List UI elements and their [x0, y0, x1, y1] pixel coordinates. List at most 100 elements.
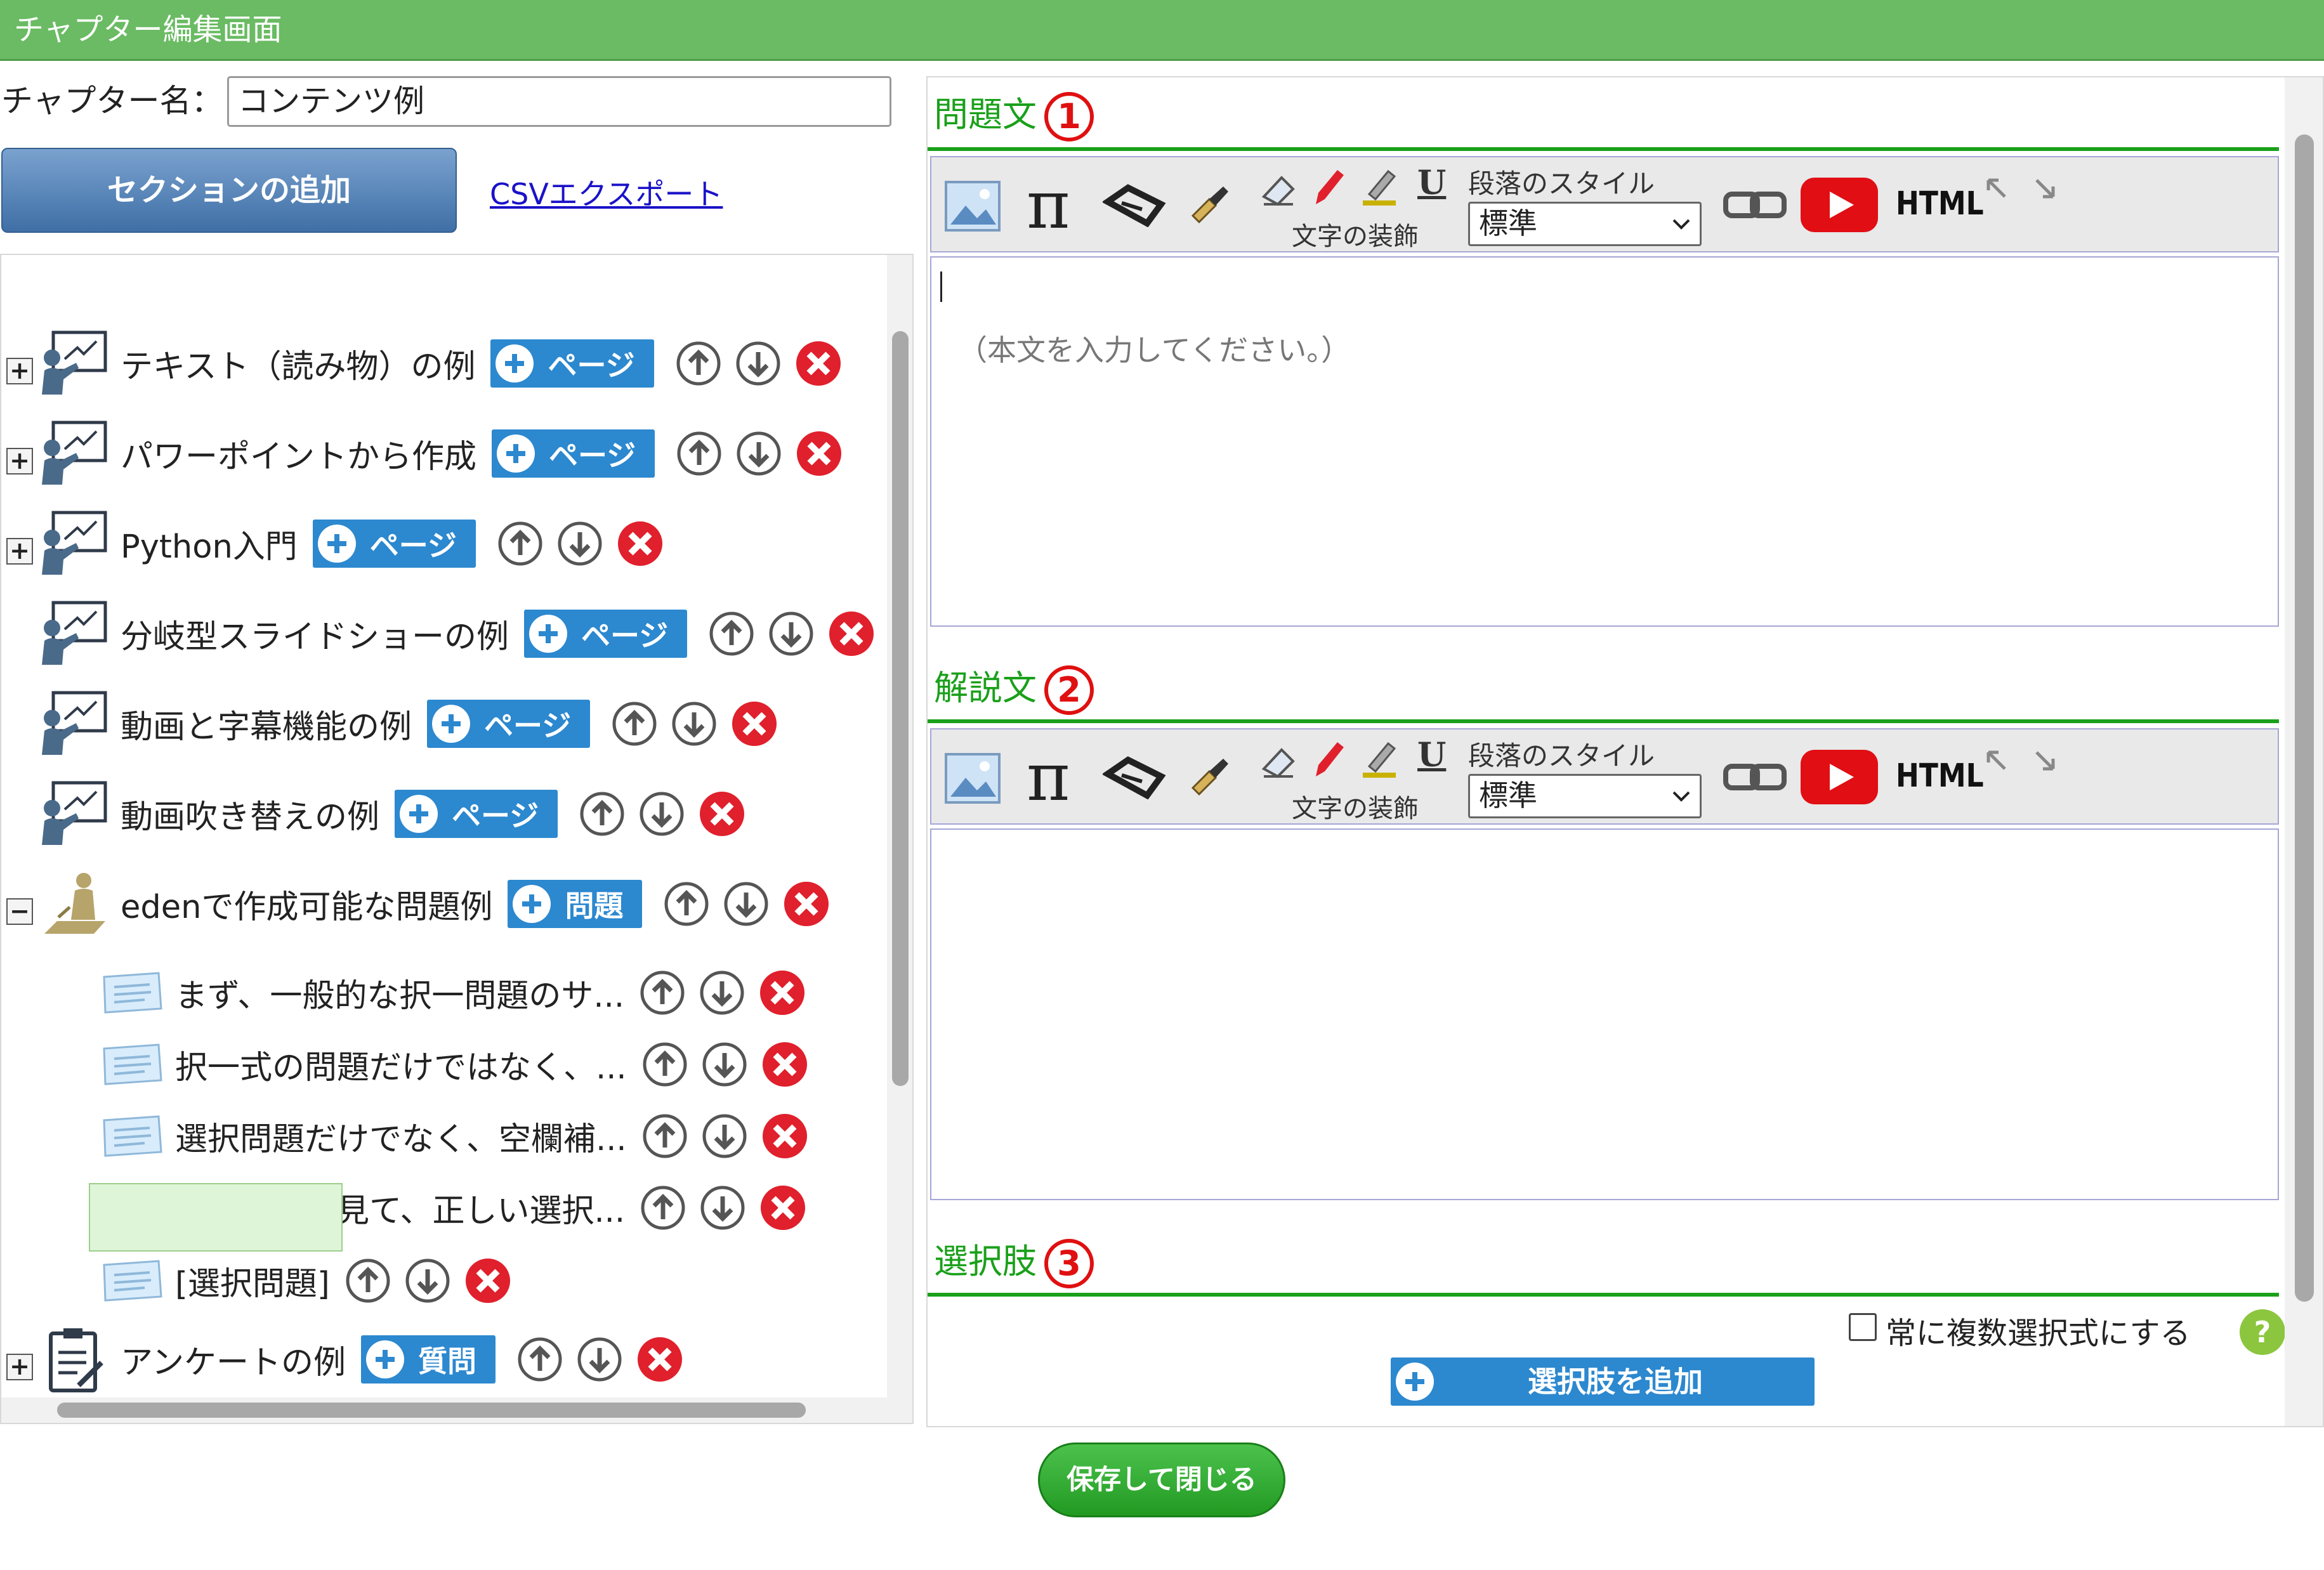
collapse-arrow-icon[interactable] [2033, 749, 2058, 774]
move-down-icon[interactable] [735, 341, 781, 386]
highlight-pen-icon[interactable] [1310, 166, 1348, 207]
move-up-icon[interactable] [676, 341, 721, 386]
format-painter-icon[interactable] [1188, 755, 1232, 799]
add-question-button[interactable]: 問題 [508, 880, 643, 928]
section-title[interactable]: 分岐型スライドショーの例 [121, 610, 509, 657]
underline-icon[interactable]: U [1417, 736, 1446, 775]
move-up-icon[interactable] [612, 701, 657, 747]
move-down-icon[interactable] [699, 970, 745, 1016]
question-title[interactable]: 択一式の問題だけではなく、... [175, 1041, 627, 1088]
collapse-toggle[interactable]: − [6, 898, 33, 925]
expand-toggle[interactable]: + [6, 448, 33, 474]
delete-icon[interactable] [828, 610, 875, 657]
scrollbar-thumb[interactable] [2295, 134, 2314, 1302]
move-up-icon[interactable] [642, 1042, 688, 1087]
shape-icon[interactable] [1103, 183, 1166, 227]
tree-section-row[interactable]: パワーポイントから作成 ページ [39, 421, 843, 485]
delete-icon[interactable] [761, 1113, 808, 1160]
delete-icon[interactable] [731, 700, 778, 747]
move-up-icon[interactable] [517, 1337, 563, 1382]
tree-section-row[interactable]: 動画吹き替えの例 ページ [39, 781, 745, 845]
add-choice-button[interactable]: 選択肢を追加 [1391, 1357, 1815, 1406]
move-down-icon[interactable] [723, 881, 769, 927]
youtube-icon[interactable] [1801, 750, 1878, 804]
move-down-icon[interactable] [405, 1258, 450, 1304]
delete-icon[interactable] [617, 520, 664, 567]
delete-icon[interactable] [464, 1257, 511, 1304]
insert-image-icon[interactable] [944, 180, 1001, 232]
expand-arrow-icon[interactable] [1985, 176, 2010, 202]
move-up-icon[interactable] [345, 1258, 391, 1304]
format-painter-icon[interactable] [1188, 183, 1232, 227]
move-down-icon[interactable] [557, 521, 603, 566]
section-title[interactable]: アンケートの例 [121, 1336, 346, 1383]
tree-vertical-scrollbar[interactable] [887, 255, 912, 1423]
move-down-icon[interactable] [671, 701, 717, 747]
delete-icon[interactable] [761, 1041, 808, 1088]
eraser-icon[interactable] [1260, 741, 1298, 779]
move-down-icon[interactable] [702, 1042, 747, 1087]
math-pi-icon[interactable]: π [1027, 738, 1070, 816]
tree-section-row[interactable]: テキスト（読み物）の例 ページ [39, 330, 842, 395]
move-up-icon[interactable] [709, 611, 754, 657]
section-title[interactable]: パワーポイントから作成 [121, 430, 476, 477]
section-title[interactable]: 動画吹き替えの例 [121, 790, 379, 837]
move-up-icon[interactable] [664, 881, 709, 927]
expand-toggle[interactable]: + [6, 1354, 33, 1380]
section-title[interactable]: edenで作成可能な問題例 [121, 880, 492, 927]
paragraph-style-select[interactable]: 標準 [1468, 202, 1702, 246]
move-down-icon[interactable] [639, 791, 685, 837]
tree-question-row[interactable]: 選択問題だけでなく、空欄補... [100, 1108, 808, 1165]
section-title[interactable]: Python入門 [121, 520, 298, 567]
move-up-icon[interactable] [497, 521, 543, 566]
csv-export-link[interactable]: CSVエクスポート [490, 171, 723, 213]
delete-icon[interactable] [795, 340, 842, 387]
eraser-icon[interactable] [1260, 169, 1298, 207]
add-page-button[interactable]: ページ [490, 339, 654, 388]
question-title[interactable]: まず、一般的な択一問題のサ... [175, 969, 624, 1016]
math-pi-icon[interactable]: π [1027, 166, 1070, 244]
tree-section-row[interactable]: アンケートの例 質問 [39, 1328, 683, 1392]
question-title[interactable]: [選択問題] [175, 1257, 330, 1304]
scrollbar-thumb[interactable] [57, 1403, 806, 1418]
move-down-icon[interactable] [577, 1337, 622, 1382]
html-source-icon[interactable]: HTML [1896, 185, 1984, 223]
youtube-icon[interactable] [1801, 178, 1878, 232]
collapse-arrow-icon[interactable] [2033, 176, 2058, 202]
add-page-button[interactable]: ページ [427, 700, 591, 748]
tree-section-row[interactable]: 分岐型スライドショーの例 ページ [39, 601, 875, 665]
move-up-icon[interactable] [640, 1185, 686, 1231]
tree-question-row[interactable]: 択一式の問題だけではなく、... [100, 1036, 808, 1093]
add-question-button[interactable]: 質問 [360, 1335, 496, 1384]
section-title[interactable]: テキスト（読み物）の例 [121, 340, 475, 387]
expand-toggle[interactable]: + [6, 358, 33, 384]
tree-section-row[interactable]: 動画と字幕機能の例 ページ [39, 691, 778, 755]
move-up-icon[interactable] [640, 970, 685, 1016]
underline-icon[interactable]: U [1417, 164, 1446, 202]
link-icon[interactable] [1723, 189, 1787, 221]
tree-section-row[interactable]: Python入門 ページ [39, 511, 664, 575]
tree-question-row[interactable]: まず、一般的な択一問題のサ... [100, 964, 806, 1021]
highlight-pen-icon[interactable] [1310, 738, 1348, 779]
help-icon[interactable]: ? [2238, 1308, 2287, 1356]
marker-icon[interactable] [1360, 166, 1398, 207]
add-page-button[interactable]: ページ [524, 610, 688, 658]
move-down-icon[interactable] [702, 1113, 747, 1159]
move-down-icon[interactable] [768, 611, 814, 657]
marker-icon[interactable] [1360, 738, 1398, 779]
delete-icon[interactable] [759, 969, 806, 1016]
tree-horizontal-scrollbar[interactable] [1, 1397, 890, 1423]
delete-icon[interactable] [783, 880, 830, 927]
move-down-icon[interactable] [700, 1185, 745, 1231]
delete-icon[interactable] [636, 1336, 683, 1383]
delete-icon[interactable] [759, 1184, 806, 1231]
html-source-icon[interactable]: HTML [1896, 757, 1984, 795]
scrollbar-thumb[interactable] [892, 331, 909, 1086]
move-up-icon[interactable] [676, 431, 722, 476]
paragraph-style-select[interactable]: 標準 [1468, 774, 1702, 818]
explanation-editor[interactable] [930, 828, 2279, 1200]
add-page-button[interactable]: ページ [492, 429, 655, 478]
insert-image-icon[interactable] [944, 752, 1001, 804]
chapter-name-input[interactable]: コンテンツ例 [227, 76, 891, 127]
editor-vertical-scrollbar[interactable] [2285, 77, 2323, 1426]
